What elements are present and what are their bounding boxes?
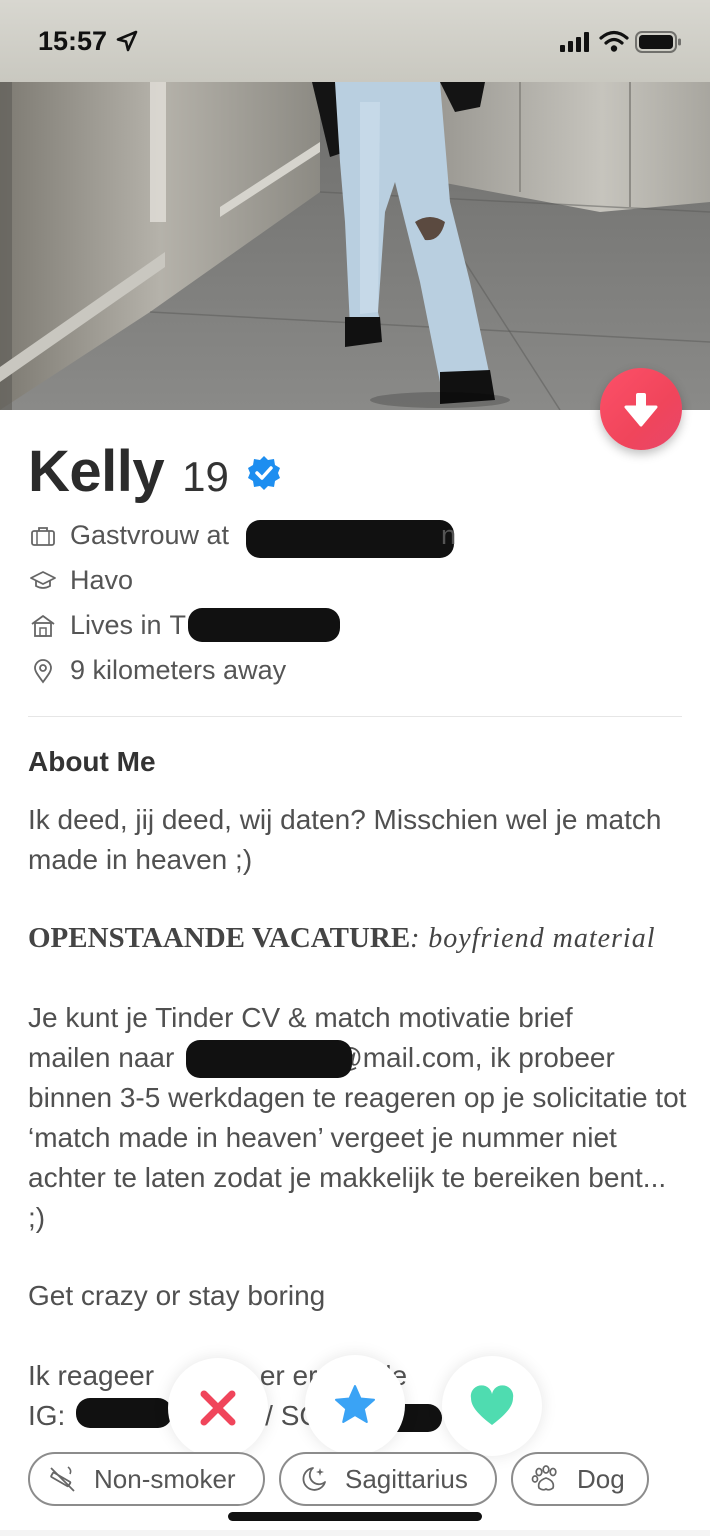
bio-cv-line: Je kunt je Tinder CV & match motivatie b… xyxy=(28,1002,573,1033)
verified-badge-icon[interactable] xyxy=(246,455,282,491)
status-bar: 15:57 xyxy=(0,0,710,82)
profile-name: Kelly xyxy=(28,439,165,504)
bottom-edge xyxy=(0,1530,710,1536)
paw-icon xyxy=(531,1465,557,1491)
wifi-icon xyxy=(599,30,629,52)
school-text: Havo xyxy=(70,565,134,595)
job-text: Gastvrouw at xyxy=(70,520,230,550)
home-indicator[interactable] xyxy=(228,1512,482,1521)
bio-mail-line: mailen naar @mail.com, ik probeer xyxy=(28,1038,688,1078)
vacancy-heading: OPENSTAANDE VACATURE xyxy=(28,922,411,954)
bio-vacancy: OPENSTAANDE VACATURE: boyfriend material xyxy=(28,918,688,959)
chip-label: Sagittarius xyxy=(345,1463,468,1494)
chip-dog: Dog xyxy=(511,1452,649,1506)
arrow-down-icon xyxy=(624,393,658,427)
star-icon xyxy=(335,1385,375,1423)
vacancy-role: boyfriend material xyxy=(428,923,656,954)
briefcase-icon xyxy=(31,526,55,546)
bio-body: binnen 3-5 werkdagen te reageren op je s… xyxy=(28,1082,687,1233)
status-time: 15:57 xyxy=(38,26,108,56)
bio-motto: Get crazy or stay boring xyxy=(28,1280,326,1311)
vacancy-colon: : xyxy=(410,923,421,954)
nope-button[interactable] xyxy=(168,1358,268,1458)
lives-text: Lives in xyxy=(70,610,162,640)
job-tail: n xyxy=(441,520,457,550)
profile-photo-image xyxy=(0,82,710,410)
redacted-instagram xyxy=(76,1398,172,1428)
chip-label: Non-smoker xyxy=(94,1463,236,1494)
mail-prefix: mailen naar xyxy=(28,1042,175,1073)
about-me-heading: About Me xyxy=(28,746,156,777)
school-row: Havo xyxy=(30,565,133,596)
location-pin-icon xyxy=(34,658,52,684)
like-button[interactable] xyxy=(442,1356,542,1456)
super-like-button[interactable] xyxy=(305,1355,405,1455)
location-arrow-icon xyxy=(116,30,138,52)
cellular-signal-icon xyxy=(560,32,589,52)
chip-non-smoker: Non-smoker xyxy=(28,1452,265,1506)
collapse-profile-button[interactable] xyxy=(600,368,682,450)
battery-icon xyxy=(635,31,681,53)
partial-text-a: Ik reageer xyxy=(28,1360,155,1391)
job-row: Gastvrouw at xyxy=(30,520,229,551)
bio-intro: Ik deed, jij deed, wij daten? Misschien … xyxy=(28,804,662,875)
close-icon xyxy=(200,1390,236,1426)
heart-icon xyxy=(470,1385,514,1425)
distance-text: 9 kilometers away xyxy=(70,655,287,685)
moon-stars-icon xyxy=(302,1467,326,1491)
mail-suffix: @mail.com, ik probeer xyxy=(334,1042,615,1073)
chip-label: Dog xyxy=(577,1463,625,1494)
no-smoking-icon xyxy=(50,1466,75,1492)
profile-age: 19 xyxy=(182,453,229,500)
graduation-cap-icon xyxy=(30,570,56,589)
redacted-employer xyxy=(246,520,454,558)
profile-photo[interactable] xyxy=(0,82,710,410)
home-icon xyxy=(31,614,55,637)
redacted-city xyxy=(188,608,340,642)
section-divider xyxy=(28,716,682,717)
distance-row: 9 kilometers away xyxy=(30,655,286,686)
name-row: Kelly 19 xyxy=(28,438,229,505)
partial-ig-label: IG: xyxy=(28,1400,66,1431)
redacted-email xyxy=(186,1040,352,1078)
lives-row: Lives in T xyxy=(30,610,186,641)
lives-tail: T xyxy=(169,610,187,640)
chip-sagittarius: Sagittarius xyxy=(279,1452,497,1506)
